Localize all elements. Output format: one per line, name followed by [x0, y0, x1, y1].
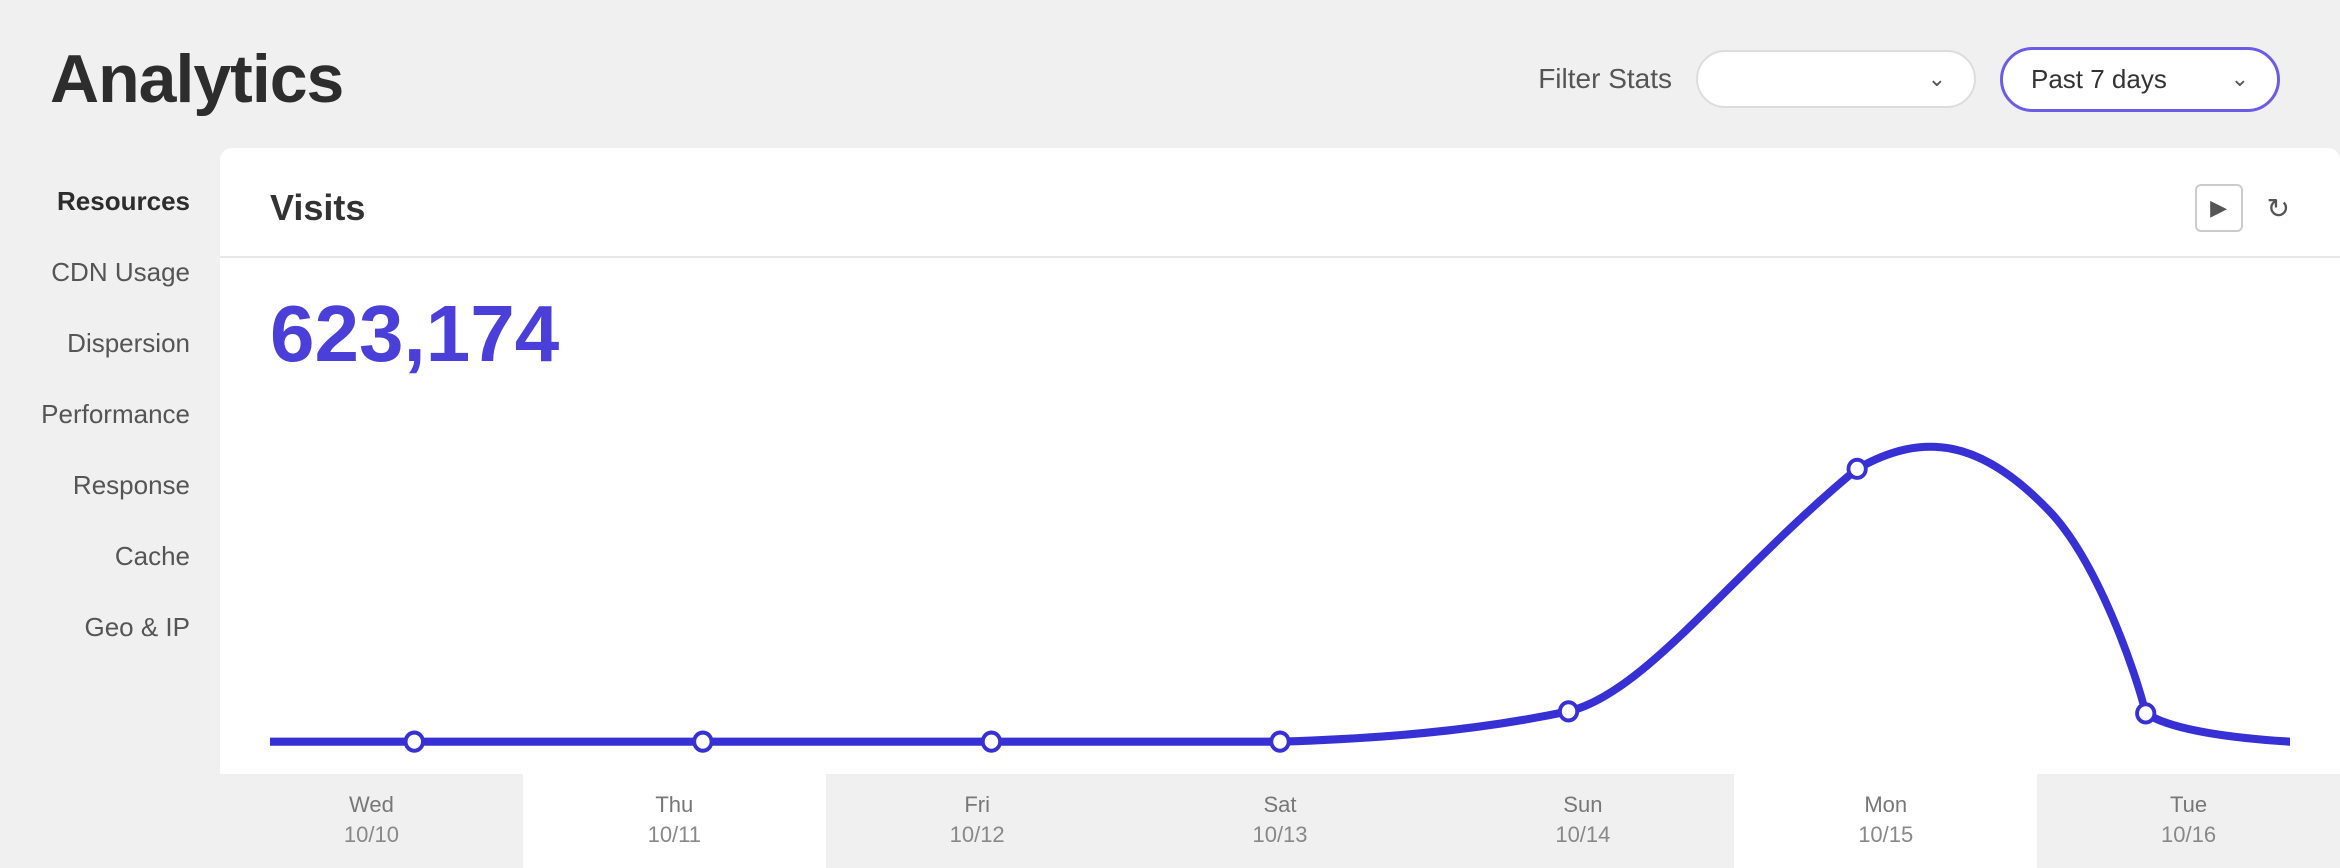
- sidebar-item-resources[interactable]: Resources: [0, 168, 220, 235]
- dot-mon: [1848, 460, 1865, 478]
- x-label-mon: Mon 10/15: [1734, 774, 2037, 868]
- x-label-thu: Thu 10/11: [523, 774, 826, 868]
- dot-fri: [983, 733, 1000, 751]
- x-label-sat: Sat 10/13: [1129, 774, 1432, 868]
- filter-label: Filter Stats: [1538, 63, 1672, 95]
- date-range-dropdown[interactable]: Past 7 days ⌄: [2000, 47, 2280, 112]
- header: Analytics Filter Stats ⌄ Past 7 days ⌄: [0, 0, 2340, 148]
- export-button[interactable]: ▶: [2195, 184, 2243, 232]
- header-controls: Filter Stats ⌄ Past 7 days ⌄: [1538, 47, 2280, 112]
- dot-tue: [2137, 704, 2154, 722]
- dot-wed: [406, 733, 423, 751]
- sidebar-item-performance[interactable]: Performance: [0, 381, 220, 448]
- main-content: Resources CDN Usage Dispersion Performan…: [0, 148, 2340, 868]
- visits-chart: [270, 390, 2290, 774]
- chart-area: [270, 390, 2290, 774]
- dot-thu: [694, 733, 711, 751]
- filter-stats-dropdown[interactable]: ⌄: [1696, 50, 1976, 108]
- chart-body: 623,174: [220, 258, 2340, 774]
- sidebar: Resources CDN Usage Dispersion Performan…: [0, 148, 220, 868]
- filter-stats-chevron-icon: ⌄: [1928, 66, 1946, 92]
- chart-title: Visits: [270, 187, 365, 229]
- x-label-wed: Wed 10/10: [220, 774, 523, 868]
- x-label-sun: Sun 10/14: [1431, 774, 1734, 868]
- chart-panel: Visits ▶ ↻ 623,174: [220, 148, 2340, 868]
- export-icon: ▶: [2210, 195, 2227, 221]
- dot-sat: [1271, 733, 1288, 751]
- chart-header: Visits ▶ ↻: [220, 148, 2340, 258]
- sidebar-item-response[interactable]: Response: [0, 452, 220, 519]
- x-label-tue: Tue 10/16: [2037, 774, 2340, 868]
- sidebar-item-dispersion[interactable]: Dispersion: [0, 310, 220, 377]
- x-label-fri: Fri 10/12: [826, 774, 1129, 868]
- sidebar-item-geo-ip[interactable]: Geo & IP: [0, 594, 220, 661]
- x-axis: Wed 10/10 Thu 10/11 Fri 10/12 Sat 10/13 …: [220, 774, 2340, 868]
- chart-actions: ▶ ↻: [2195, 184, 2290, 232]
- date-range-value: Past 7 days: [2031, 64, 2215, 95]
- sidebar-item-cdn-usage[interactable]: CDN Usage: [0, 239, 220, 306]
- page-wrapper: Analytics Filter Stats ⌄ Past 7 days ⌄ R…: [0, 0, 2340, 868]
- refresh-button[interactable]: ↻: [2267, 192, 2290, 225]
- dot-sun: [1560, 702, 1577, 720]
- date-range-chevron-icon: ⌄: [2231, 66, 2249, 92]
- page-title: Analytics: [50, 40, 343, 118]
- metric-value: 623,174: [270, 288, 2290, 380]
- sidebar-item-cache[interactable]: Cache: [0, 523, 220, 590]
